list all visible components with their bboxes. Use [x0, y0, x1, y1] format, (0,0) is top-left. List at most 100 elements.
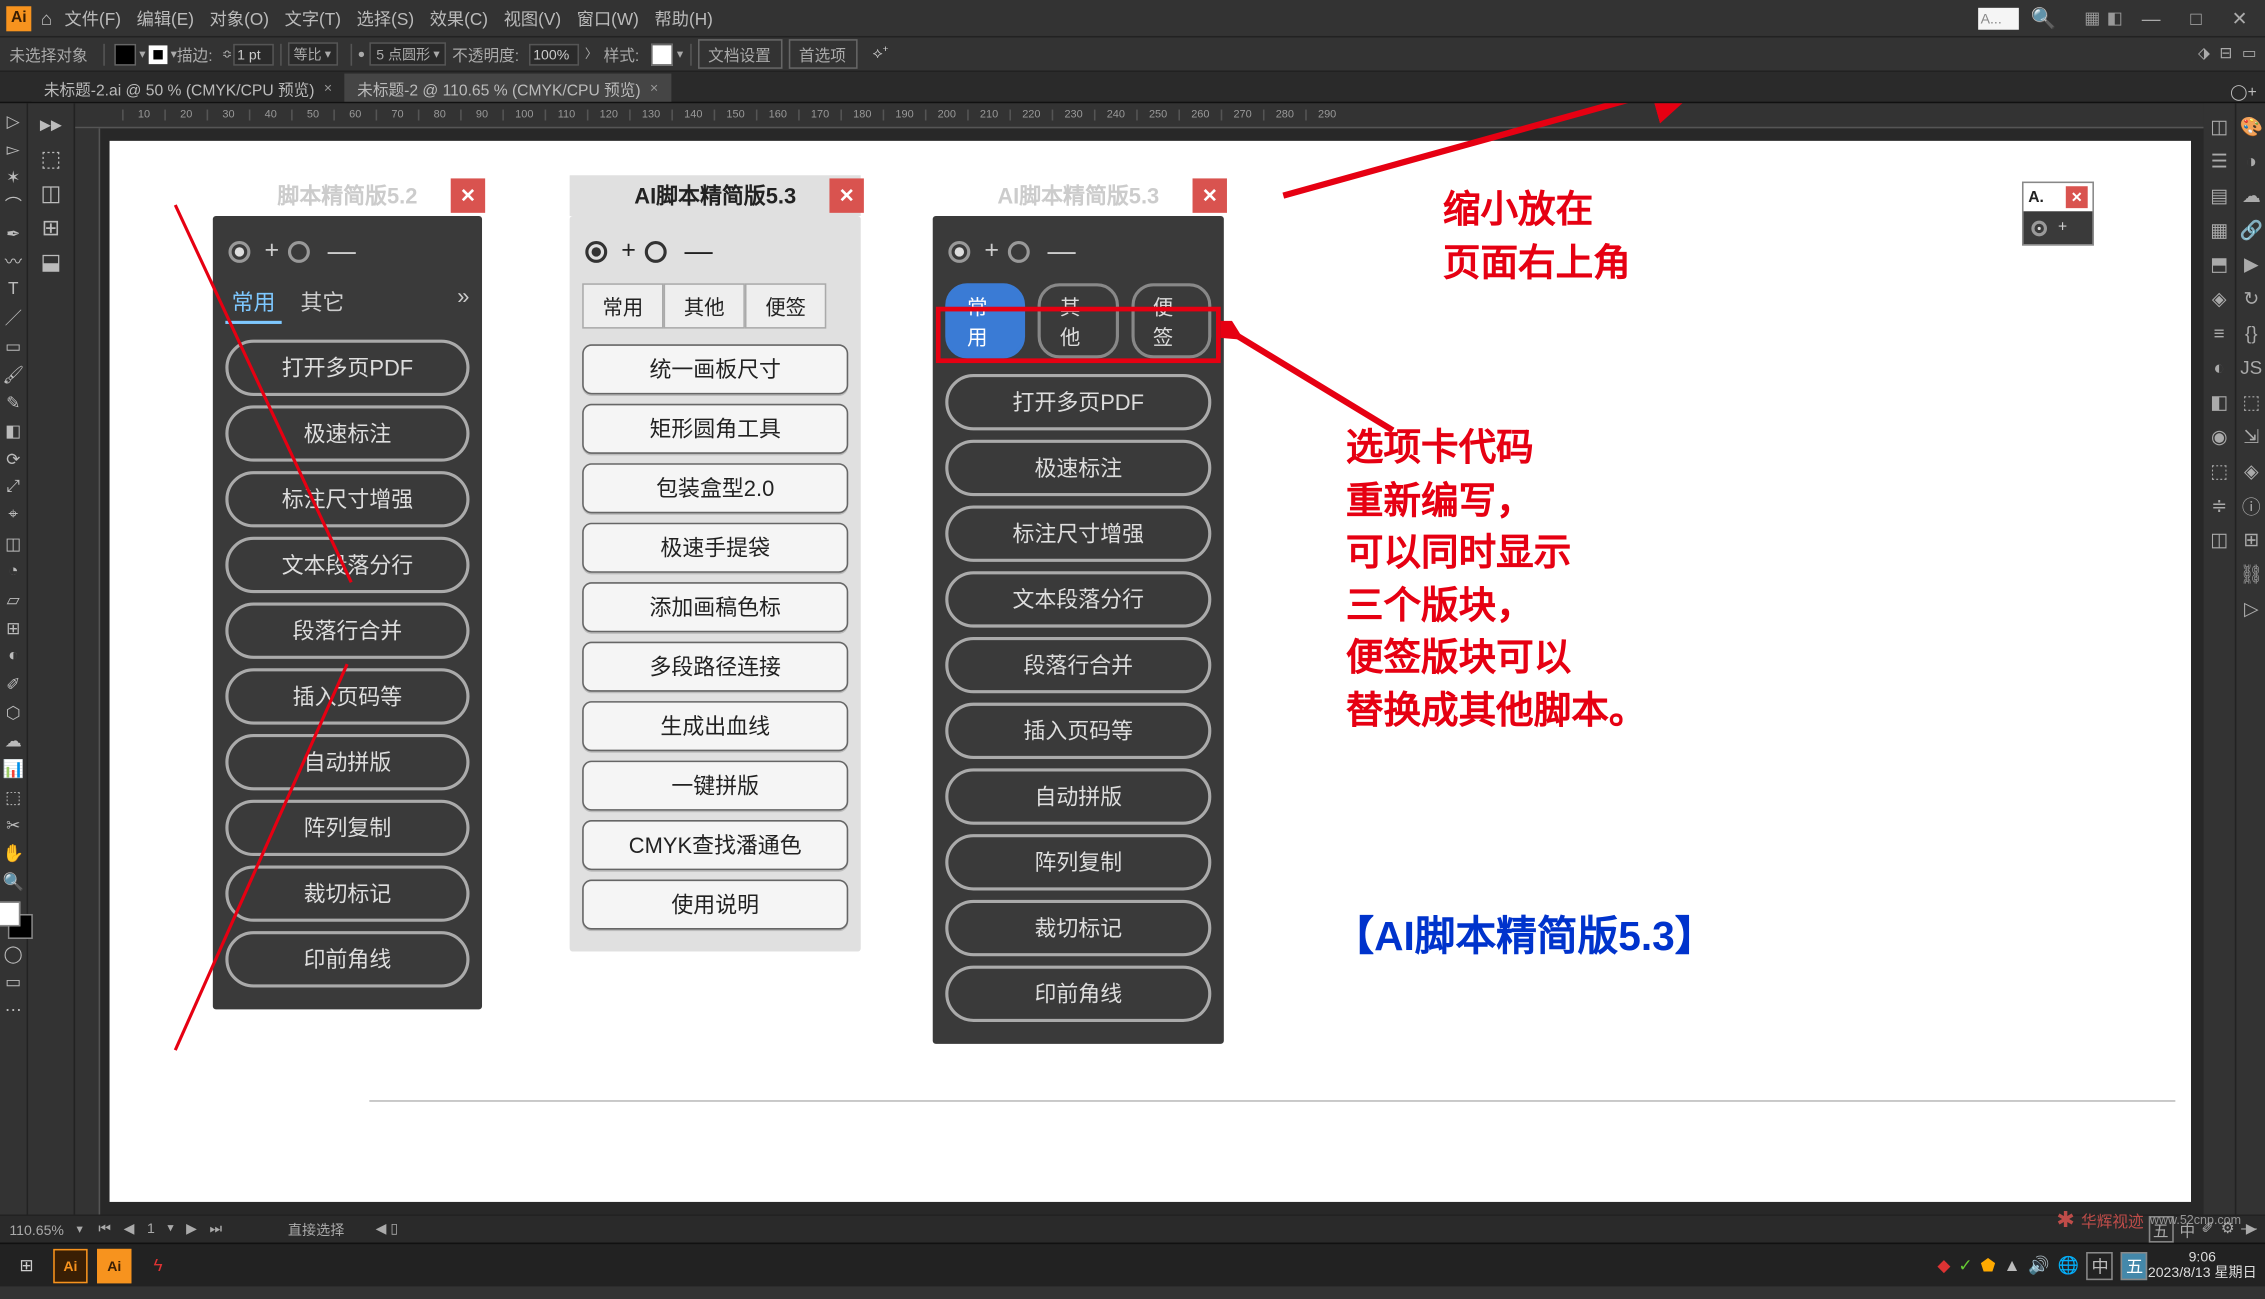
radio-expand[interactable]: [228, 240, 250, 262]
script-button[interactable]: 标注尺寸增强: [225, 471, 469, 527]
script-button[interactable]: 段落行合并: [225, 603, 469, 659]
search-icon[interactable]: 🔍: [2031, 5, 2056, 30]
swatches-icon[interactable]: ▦: [2207, 218, 2232, 243]
eraser-tool[interactable]: ◧: [1, 418, 26, 443]
sound-icon[interactable]: 🔊: [2028, 1255, 2049, 1275]
type-tool[interactable]: T: [1, 277, 26, 302]
color-guide-icon[interactable]: ◑: [2239, 149, 2264, 174]
script-button[interactable]: 裁切标记: [945, 900, 1211, 956]
brushes-icon[interactable]: ⬒: [2207, 252, 2232, 277]
menu-help[interactable]: 帮助(H): [655, 5, 713, 30]
perspective-tool[interactable]: ▱: [1, 587, 26, 612]
gradient-panel-icon[interactable]: ◐: [2207, 355, 2232, 380]
tab-other[interactable]: 其它: [294, 283, 350, 324]
collapse-icon[interactable]: ▭: [2242, 45, 2257, 62]
script-button[interactable]: 阵列复制: [225, 800, 469, 856]
stroke-swatch[interactable]: [149, 45, 168, 64]
draw-mode[interactable]: ◯: [1, 941, 26, 966]
symbols-icon[interactable]: ◈: [2207, 286, 2232, 311]
script-button[interactable]: 极速标注: [945, 440, 1211, 496]
close-icon[interactable]: ✕: [2066, 186, 2088, 208]
scale-mode-dropdown[interactable]: 等比: [287, 42, 337, 65]
info-icon[interactable]: ⓘ: [2239, 493, 2264, 518]
tray-icon[interactable]: ◆: [1937, 1255, 1950, 1275]
opacity-input[interactable]: [529, 43, 579, 65]
script-button[interactable]: 文本段落分行: [225, 537, 469, 593]
align-icon[interactable]: ≑: [2207, 493, 2232, 518]
css-icon[interactable]: {}: [2239, 321, 2264, 346]
start-button[interactable]: ⊞: [9, 1248, 43, 1282]
artboard-nav[interactable]: ⏮◀1▾▶⏭: [95, 1221, 225, 1238]
transform-icon[interactable]: ⊞: [2239, 527, 2264, 552]
asset-export-icon[interactable]: ⇲: [2239, 424, 2264, 449]
links-icon[interactable]: 🔗: [2239, 218, 2264, 243]
shaper-tool[interactable]: ✎: [1, 390, 26, 415]
menu-file[interactable]: 文件(F): [65, 5, 121, 30]
close-icon[interactable]: ✕: [829, 178, 863, 212]
tab-notes[interactable]: 便签: [745, 283, 826, 328]
script-button[interactable]: 标注尺寸增强: [945, 505, 1211, 561]
script-button[interactable]: 印前角线: [945, 966, 1211, 1022]
blend-tool[interactable]: ⬡: [1, 700, 26, 725]
script-button[interactable]: 段落行合并: [945, 637, 1211, 693]
script-button[interactable]: 裁切标记: [225, 865, 469, 921]
menu-effect[interactable]: 效果(C): [430, 5, 488, 30]
script-button[interactable]: 阵列复制: [945, 834, 1211, 890]
arrange-icon[interactable]: ▦: [2084, 9, 2100, 28]
brush-tool[interactable]: 🖌: [1, 362, 26, 387]
mesh-tool[interactable]: ⊞: [1, 615, 26, 640]
script-button[interactable]: 使用说明: [582, 880, 848, 930]
appearance-icon[interactable]: ◉: [2207, 424, 2232, 449]
script-button[interactable]: 添加画稿色标: [582, 582, 848, 632]
stroke-weight-input[interactable]: [232, 43, 273, 65]
radio-collapse[interactable]: [645, 240, 667, 262]
star-icon[interactable]: ⟡⁺: [872, 45, 888, 62]
profile-dropdown[interactable]: 5 点圆形: [370, 42, 446, 65]
artboards-icon[interactable]: ⬚: [2239, 390, 2264, 415]
zoom-level[interactable]: 110.65%: [9, 1221, 64, 1237]
js-icon[interactable]: JS: [2239, 355, 2264, 380]
ext-tool-3[interactable]: ⊞: [31, 211, 72, 242]
play-icon[interactable]: ▷: [2239, 596, 2264, 621]
home-icon[interactable]: ⌂: [41, 7, 52, 29]
tab-common[interactable]: 常用: [582, 283, 663, 328]
pin-icon[interactable]: ⊟: [2219, 45, 2232, 62]
radio-collapse[interactable]: [1008, 240, 1030, 262]
shape-builder-tool[interactable]: ◔: [1, 559, 26, 584]
layers-icon[interactable]: ☰: [2207, 149, 2232, 174]
mini-panel-docked[interactable]: A...: [1977, 7, 2018, 29]
radio-expand[interactable]: [948, 240, 970, 262]
actions-icon[interactable]: ▶: [2239, 252, 2264, 277]
script-button[interactable]: CMYK查找潘通色: [582, 820, 848, 870]
align-icon[interactable]: ⬗: [2198, 45, 2210, 62]
tab-doc-2[interactable]: 未标题-2 @ 110.65 % (CMYK/CPU 预览)×: [345, 74, 671, 102]
artboard-tool[interactable]: ⬚: [1, 784, 26, 809]
close-icon[interactable]: ✕: [451, 178, 485, 212]
ext-tool-2[interactable]: ◫: [31, 177, 72, 208]
script-button[interactable]: 统一画板尺寸: [582, 344, 848, 394]
network-icon[interactable]: 🌐: [2058, 1255, 2079, 1275]
script-button[interactable]: 多段路径连接: [582, 642, 848, 692]
menu-view[interactable]: 视图(V): [504, 5, 561, 30]
libraries-icon[interactable]: ▤: [2207, 183, 2232, 208]
script-button[interactable]: 印前角线: [225, 931, 469, 987]
tray-icon[interactable]: ✓: [1958, 1255, 1972, 1275]
menu-edit[interactable]: 编辑(E): [137, 5, 194, 30]
graph-tool[interactable]: 📊: [1, 756, 26, 781]
slice-tool[interactable]: ✂: [1, 812, 26, 837]
script-button[interactable]: 包装盒型2.0: [582, 463, 848, 513]
taskbar-ai-1[interactable]: Ai: [53, 1248, 87, 1282]
direct-select-tool[interactable]: ▻: [1, 136, 26, 161]
line-tool[interactable]: ／: [1, 305, 26, 330]
minimize-button[interactable]: —: [2142, 7, 2161, 29]
ext-tool-4[interactable]: ⬓: [31, 246, 72, 277]
workspace-icon[interactable]: ◧: [2107, 9, 2123, 28]
pathfinder-icon[interactable]: ◫: [2207, 527, 2232, 552]
history-icon[interactable]: ↻: [2239, 286, 2264, 311]
magic-wand-tool[interactable]: ✶: [1, 164, 26, 189]
nav-icon[interactable]: ◈: [2239, 459, 2264, 484]
graphic-styles-icon[interactable]: ⬚: [2207, 459, 2232, 484]
rect-tool[interactable]: ▭: [1, 333, 26, 358]
cloud-icon[interactable]: ☁: [2239, 183, 2264, 208]
script-button[interactable]: 极速标注: [225, 405, 469, 461]
